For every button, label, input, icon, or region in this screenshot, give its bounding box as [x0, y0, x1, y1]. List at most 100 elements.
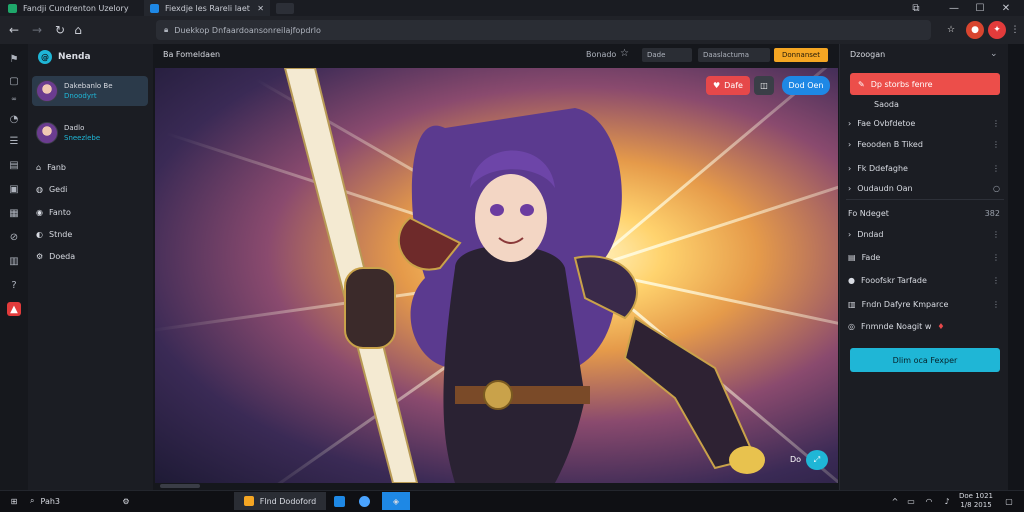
extension-icon[interactable]: ● — [966, 21, 984, 39]
panel-section-header[interactable]: Fo Ndeget 382 — [848, 206, 1000, 220]
rail-list-icon[interactable]: ☰ — [7, 134, 21, 148]
sidebar-item-label: Fanb — [47, 162, 66, 172]
scrollbar-thumb[interactable] — [160, 484, 200, 488]
toolbar-field-2[interactable]: Daaslactuma — [698, 48, 770, 62]
back-arrow-icon[interactable]: ← — [5, 21, 23, 39]
export-button[interactable]: Dlim oca Fexper — [850, 348, 1000, 372]
notification-icon[interactable]: ▢ — [1002, 492, 1016, 510]
profile-name: Dadlo — [64, 124, 85, 132]
more-icon[interactable]: ⋮ — [992, 276, 1000, 285]
taskbar-search[interactable]: ⌕ Pah3 — [30, 492, 110, 510]
tray-volume-icon[interactable]: ♪ — [940, 492, 954, 510]
star-icon[interactable]: ☆ — [620, 48, 629, 59]
chevron-right-icon: › — [848, 118, 852, 128]
panel-row[interactable]: ● Fooofskr Tarfade ⋮ — [848, 273, 1000, 287]
sidebar-item-5[interactable]: ⚙ Doeda — [36, 250, 75, 262]
more-icon[interactable]: ⋮ — [992, 164, 1000, 173]
panel-row[interactable]: › Fk Ddefaghe ⋮ — [848, 161, 1000, 175]
taskbar-app-icon[interactable] — [330, 492, 348, 510]
rail-pin-icon[interactable]: ⚑ — [7, 52, 21, 66]
expand-icon[interactable]: ⤢ — [806, 450, 828, 470]
rail-help-icon[interactable]: ? — [7, 278, 21, 292]
tray-network-icon[interactable]: ▭ — [904, 492, 918, 510]
tab-1[interactable]: Fandji Cundrenton Uzelory — [2, 0, 140, 16]
panel-row[interactable]: › Feooden B Tiked ⋮ — [848, 137, 1000, 151]
home-icon[interactable]: ⌂ — [69, 21, 87, 39]
taskbar-app-icon[interactable] — [355, 492, 373, 510]
toolbar-field-1[interactable]: Dade — [642, 48, 692, 62]
taskbar-browser-icon[interactable]: ◈ — [382, 492, 410, 510]
profile-icon[interactable]: ✦ — [988, 21, 1006, 39]
tray-wifi-icon[interactable]: ◠ — [922, 492, 936, 510]
window-restore-icon[interactable]: ⧉ — [904, 0, 928, 16]
primary-action-button[interactable]: Donnanset — [774, 48, 828, 62]
star-icon[interactable]: ☆ — [942, 21, 960, 39]
row-label: Dndad — [857, 229, 884, 239]
forward-arrow-icon[interactable]: → — [28, 21, 46, 39]
chevron-down-icon[interactable]: ⌄ — [990, 49, 998, 59]
sidebar-title: Nenda — [58, 52, 91, 62]
panel-row[interactable]: ▥ Fndn Dafyre Kmparce ⋮ — [848, 297, 1000, 311]
panel-row[interactable]: ◎ Fnmnde Noagit w ♦ — [848, 319, 1000, 333]
sidebar-item-2[interactable]: ◍ Gedi — [36, 183, 67, 195]
more-icon[interactable]: ⋮ — [992, 140, 1000, 149]
sidebar-item-3[interactable]: ◉ Fanto — [36, 206, 71, 218]
url-field[interactable]: 🔒︎ Duekkop Dnfaardoansonreilajfopdrlo — [156, 20, 931, 40]
section-label: Saoda — [874, 100, 899, 109]
row-label: Fk Ddefaghe — [857, 163, 908, 173]
profile-item[interactable]: Dadlo Sneezlebe — [32, 118, 148, 148]
follow-button[interactable]: Dod Oen — [782, 76, 830, 95]
app-icon — [8, 3, 17, 13]
section-title: Fo Ndeget — [848, 208, 889, 218]
rail-clock-icon[interactable]: ◔ — [7, 112, 21, 126]
panel-row[interactable]: ▤ Fade ⋮ — [848, 250, 1000, 264]
radio-icon[interactable]: ○ — [993, 184, 1000, 193]
rail-app-icon[interactable]: ▲ — [7, 302, 21, 316]
panel-row[interactable]: › Oudaudn Oan ○ — [848, 181, 1000, 195]
document-icon: ▥ — [848, 299, 856, 309]
clock[interactable]: Doe 1021 1/8 2015 — [958, 492, 994, 510]
page-title: Ba Fomeldaen — [163, 50, 221, 59]
maximize-button[interactable]: ☐ — [968, 0, 992, 16]
more-icon[interactable]: ⋮ — [992, 300, 1000, 309]
menu-icon[interactable]: ⋮ — [1006, 21, 1024, 39]
new-tab-button[interactable] — [276, 3, 294, 14]
divider — [846, 199, 1004, 200]
settings-icon[interactable]: ⚙ — [118, 492, 134, 510]
corner-label: Do — [790, 455, 802, 464]
sidebar-item-4[interactable]: ◐ Stnde — [36, 228, 72, 240]
profile-item-selected[interactable]: Dakebanlo Be Dnoodyrt — [32, 76, 148, 106]
like-button[interactable]: ♥ Dafe — [706, 76, 750, 95]
close-window-button[interactable]: ✕ — [994, 0, 1018, 16]
more-icon[interactable]: ⋮ — [992, 253, 1000, 262]
more-icon[interactable]: ⋮ — [992, 230, 1000, 239]
taskbar-app-active[interactable]: Flnd Dodoford — [234, 492, 326, 510]
reload-icon[interactable]: ↻ — [51, 21, 69, 39]
more-icon[interactable]: ⋮ — [992, 119, 1000, 128]
panel-row[interactable]: › Dndad ⋮ — [848, 227, 1000, 241]
share-button[interactable]: ◫ — [754, 76, 774, 95]
rail-file-icon[interactable]: ▤ — [7, 158, 21, 172]
panel-row[interactable]: › Fae Ovbfdetoe ⋮ — [848, 116, 1000, 130]
row-label: Fndn Dafyre Kmparce — [861, 299, 949, 309]
close-tab-icon[interactable]: ✕ — [257, 4, 264, 13]
bookmark-icon: ◐ — [36, 229, 43, 239]
rail-grid-icon[interactable]: ▦ — [7, 206, 21, 220]
tab-2[interactable]: Fiexdje les Rareli laet ✕ — [144, 0, 270, 16]
chevron-right-icon: › — [848, 229, 852, 239]
taskbar-app-label: Flnd Dodoford — [259, 496, 317, 506]
start-icon[interactable]: ⊞ — [6, 492, 22, 510]
rail-book-icon[interactable]: ▥ — [7, 254, 21, 268]
rail-link-icon[interactable]: ⊘ — [7, 230, 21, 244]
panel-primary-button[interactable]: ✎ Dp storbs fenre — [850, 73, 1000, 95]
section-count: 382 — [984, 208, 1000, 218]
rail-box-icon[interactable]: ▢ — [7, 74, 21, 88]
avatar — [36, 80, 58, 102]
rail-dots-icon[interactable]: ∞ — [7, 92, 21, 106]
rail-image-icon[interactable]: ▣ — [7, 182, 21, 196]
sidebar-item-1[interactable]: ⌂ Fanb — [36, 161, 66, 173]
tray-chevron-icon[interactable]: ^ — [888, 492, 902, 510]
minimize-button[interactable]: — — [942, 0, 966, 16]
profile-name: Dakebanlo Be — [64, 82, 113, 90]
toolbar-label: Bonado — [586, 50, 617, 59]
